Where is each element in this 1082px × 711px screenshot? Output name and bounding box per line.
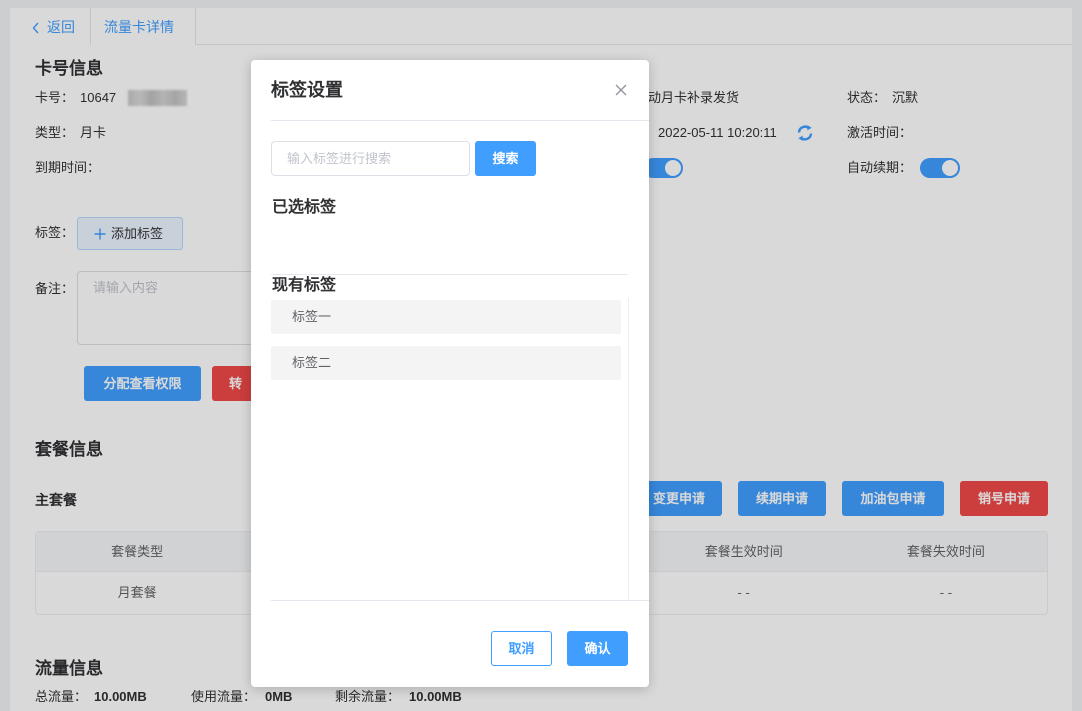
- app-screen: 返回 流量卡详情 卡号信息 卡号： 10647 动月卡补录发货 状态： 沉默 类…: [0, 0, 1082, 711]
- tag-item[interactable]: 标签二: [271, 346, 621, 380]
- dialog-title: 标签设置: [271, 80, 343, 100]
- selected-tags-area: [271, 220, 628, 274]
- tag-item[interactable]: 标签一: [271, 300, 621, 334]
- selected-tags-title: 已选标签: [272, 199, 337, 216]
- tag-search-input[interactable]: [271, 141, 470, 176]
- cancel-button[interactable]: 取消: [491, 631, 552, 666]
- search-button[interactable]: 搜索: [475, 141, 536, 176]
- tag-settings-dialog: 标签设置 搜索 已选标签 现有标签 标签一 标签二 取消 确认: [251, 60, 649, 687]
- close-icon[interactable]: [614, 83, 628, 97]
- dialog-footer-divider: [271, 600, 649, 601]
- confirm-button[interactable]: 确认: [567, 631, 628, 666]
- existing-tags-list[interactable]: 标签一 标签二: [271, 298, 629, 600]
- dialog-header-divider: [271, 120, 649, 121]
- existing-tags-title: 现有标签: [272, 277, 337, 294]
